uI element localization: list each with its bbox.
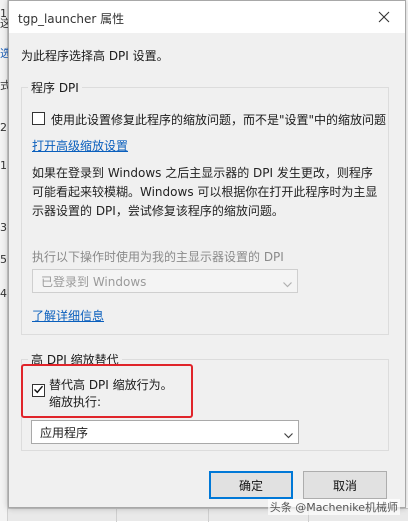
close-icon — [378, 8, 390, 27]
background-text: 3 — [0, 221, 7, 234]
chevron-down-icon — [284, 428, 293, 439]
title-bar[interactable]: tgp_launcher 属性 — [9, 1, 405, 33]
dpi-timing-value: 已登录到 Windows — [41, 274, 147, 289]
learn-more-link[interactable]: 了解详细信息 — [32, 307, 104, 324]
close-button[interactable] — [363, 1, 405, 33]
background-window-edge: 1 这 选 式 2 1 3 5 4 — [0, 0, 11, 521]
background-text: 5 — [0, 253, 7, 266]
fix-scaling-label: 使用此设置修复此程序的缩放问题，而不是"设置"中的缩放问题 — [51, 113, 387, 127]
properties-dialog: tgp_launcher 属性 为此程序选择高 DPI 设置。 程序 DPI 使… — [8, 0, 406, 508]
chevron-down-icon — [283, 277, 292, 288]
watermark: 头条 @Machenike机械师 — [267, 499, 400, 515]
dialog-title: tgp_launcher 属性 — [18, 12, 125, 26]
scaling-mode-value: 应用程序 — [40, 425, 89, 440]
cancel-button[interactable]: 取消 — [303, 471, 387, 499]
highlight-box — [21, 364, 193, 418]
background-text: 1 — [0, 159, 7, 172]
ok-button[interactable]: 确定 — [209, 471, 293, 499]
program-dpi-legend: 程序 DPI — [28, 79, 82, 96]
background-text: 4 — [0, 287, 7, 300]
advanced-scaling-link[interactable]: 打开高级缩放设置 — [32, 137, 128, 154]
dpi-select-label: 执行以下操作时使用为我的主显示器设置的 DPI — [32, 250, 284, 264]
fix-scaling-checkbox[interactable] — [32, 112, 45, 125]
background-text: 2 — [0, 121, 7, 134]
scaling-mode-select[interactable]: 应用程序 — [31, 420, 299, 444]
intro-text: 为此程序选择高 DPI 设置。 — [21, 49, 169, 63]
dpi-description: 如果在登录到 Windows 之后主显示器的 DPI 发生更改，则程序 可能看起… — [32, 166, 378, 218]
program-dpi-group: 程序 DPI 使用此设置修复此程序的缩放问题，而不是"设置"中的缩放问题 打开高… — [21, 79, 389, 335]
dpi-timing-select[interactable]: 已登录到 Windows — [32, 269, 298, 293]
